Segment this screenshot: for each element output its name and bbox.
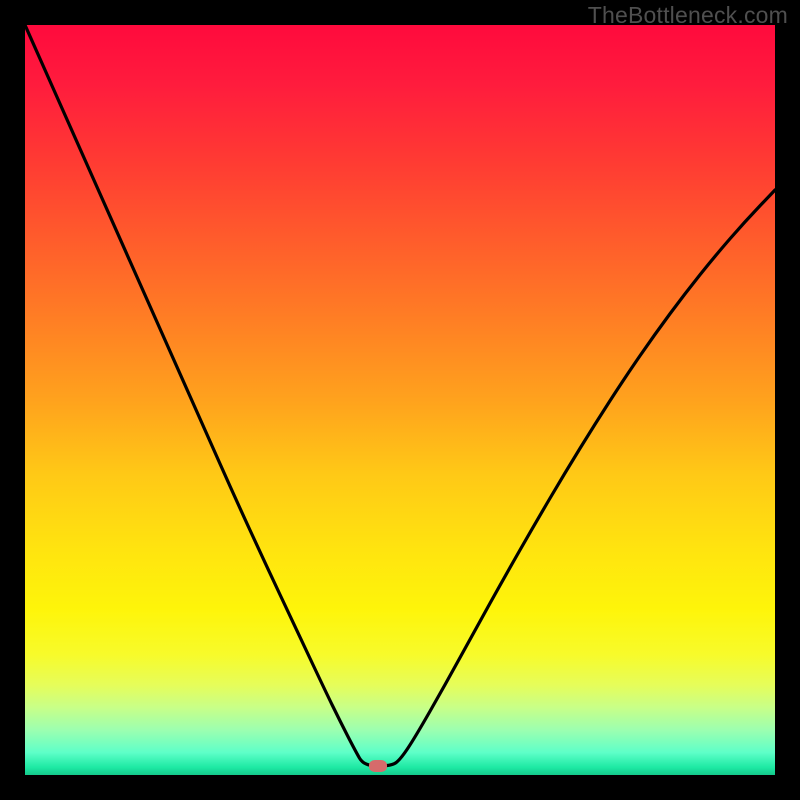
watermark-text: TheBottleneck.com [588, 2, 788, 29]
bottleneck-curve [25, 25, 775, 775]
optimal-point-marker [369, 760, 387, 772]
chart-frame: TheBottleneck.com [0, 0, 800, 800]
plot-area [25, 25, 775, 775]
